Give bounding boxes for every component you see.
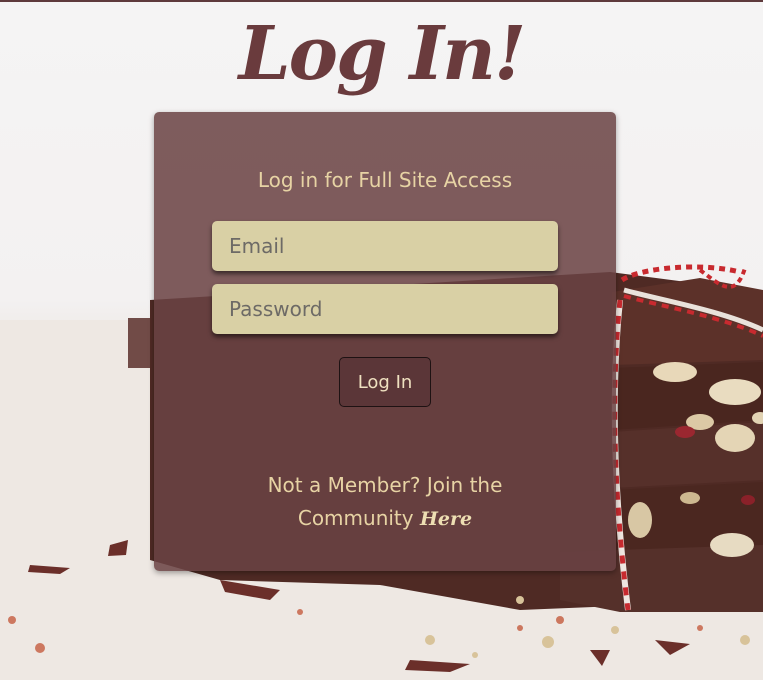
login-button[interactable]: Log In (339, 357, 431, 407)
top-border (0, 0, 763, 2)
email-field[interactable] (212, 221, 558, 271)
page-title: Log In! (238, 11, 527, 97)
join-here-link[interactable]: Here (420, 508, 472, 530)
join-prompt: Not a Member? Join the Community Here (235, 469, 535, 536)
login-card: Log in for Full Site Access Log In Not a… (154, 112, 616, 571)
card-subtitle: Log in for Full Site Access (257, 168, 513, 192)
password-field[interactable] (212, 284, 558, 334)
